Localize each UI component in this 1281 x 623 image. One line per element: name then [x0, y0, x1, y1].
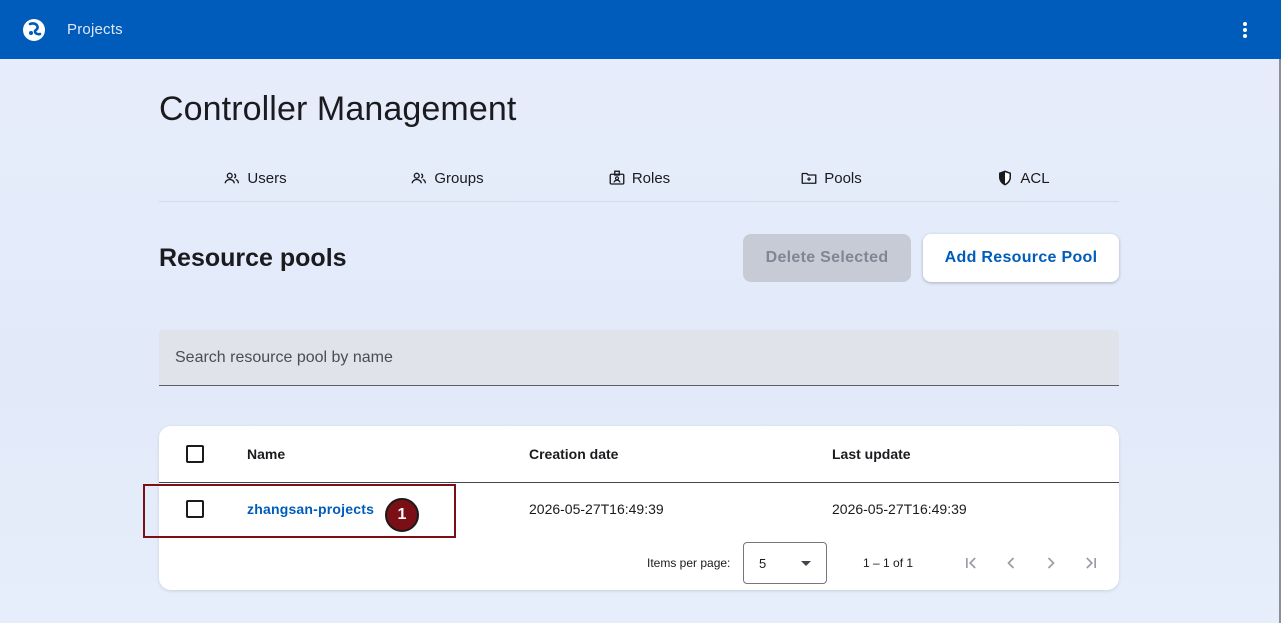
next-page-icon[interactable] [1035, 547, 1067, 579]
paginator: Items per page: 5 1 – 1 of 1 [159, 535, 1119, 590]
first-page-icon[interactable] [955, 547, 987, 579]
header-checkbox-cell [186, 426, 204, 482]
items-per-page-value: 5 [759, 555, 767, 571]
table-header: Name Creation date Last update [159, 426, 1119, 483]
search-field[interactable] [159, 330, 1119, 386]
resource-pools-table: Name Creation date Last update zhangsan-… [159, 426, 1119, 590]
tab-pools-label: Pools [824, 169, 862, 187]
roles-icon [609, 170, 625, 185]
row-name-cell: zhangsan-projects [247, 483, 374, 535]
app-title[interactable]: Projects [67, 21, 123, 38]
row-checkbox-cell [186, 483, 204, 535]
row-checkbox[interactable] [186, 500, 204, 518]
groups-icon [411, 172, 427, 184]
row-last-update: 2026-05-27T16:49:39 [832, 501, 967, 517]
tab-pools[interactable]: Pools [735, 155, 927, 201]
search-input[interactable] [175, 348, 1119, 367]
add-resource-pool-button[interactable]: Add Resource Pool [923, 234, 1119, 282]
tab-acl-label: ACL [1020, 169, 1050, 187]
app-logo-icon[interactable] [22, 17, 48, 43]
items-per-page-label: Items per page: [647, 555, 731, 570]
top-app-bar: Projects [0, 0, 1281, 59]
tab-acl[interactable]: ACL [927, 155, 1119, 201]
table-row: zhangsan-projects 2026-05-27T16:49:39 20… [159, 483, 1119, 535]
shield-icon [999, 170, 1012, 186]
annotation-marker: 1 [385, 498, 419, 532]
tab-groups-label: Groups [434, 169, 484, 187]
previous-page-icon[interactable] [995, 547, 1027, 579]
last-page-icon[interactable] [1075, 547, 1107, 579]
column-header-last-update[interactable]: Last update [832, 426, 911, 482]
tab-roles-label: Roles [631, 169, 671, 187]
tab-users[interactable]: Users [159, 155, 351, 201]
tab-bar: Users Groups Roles Pools ACL [159, 155, 1119, 202]
tab-users-label: Users [247, 169, 287, 187]
delete-selected-button[interactable]: Delete Selected [743, 234, 911, 282]
items-per-page-select[interactable]: 5 [743, 542, 827, 584]
column-header-creation-date[interactable]: Creation date [529, 426, 618, 482]
row-creation-date: 2026-05-27T16:49:39 [529, 501, 664, 517]
select-all-checkbox[interactable] [186, 445, 204, 463]
users-icon [224, 172, 240, 184]
pool-name-link[interactable]: zhangsan-projects [247, 501, 374, 517]
column-header-name[interactable]: Name [247, 426, 285, 482]
page-title: Controller Management [159, 90, 517, 128]
tab-roles[interactable]: Roles [543, 155, 735, 201]
dropdown-arrow-icon [801, 561, 811, 566]
page-range-label: 1 – 1 of 1 [863, 555, 914, 570]
section-title: Resource pools [159, 244, 347, 272]
folder-icon [801, 172, 817, 184]
more-vert-icon[interactable] [1225, 10, 1265, 50]
tab-groups[interactable]: Groups [351, 155, 543, 201]
